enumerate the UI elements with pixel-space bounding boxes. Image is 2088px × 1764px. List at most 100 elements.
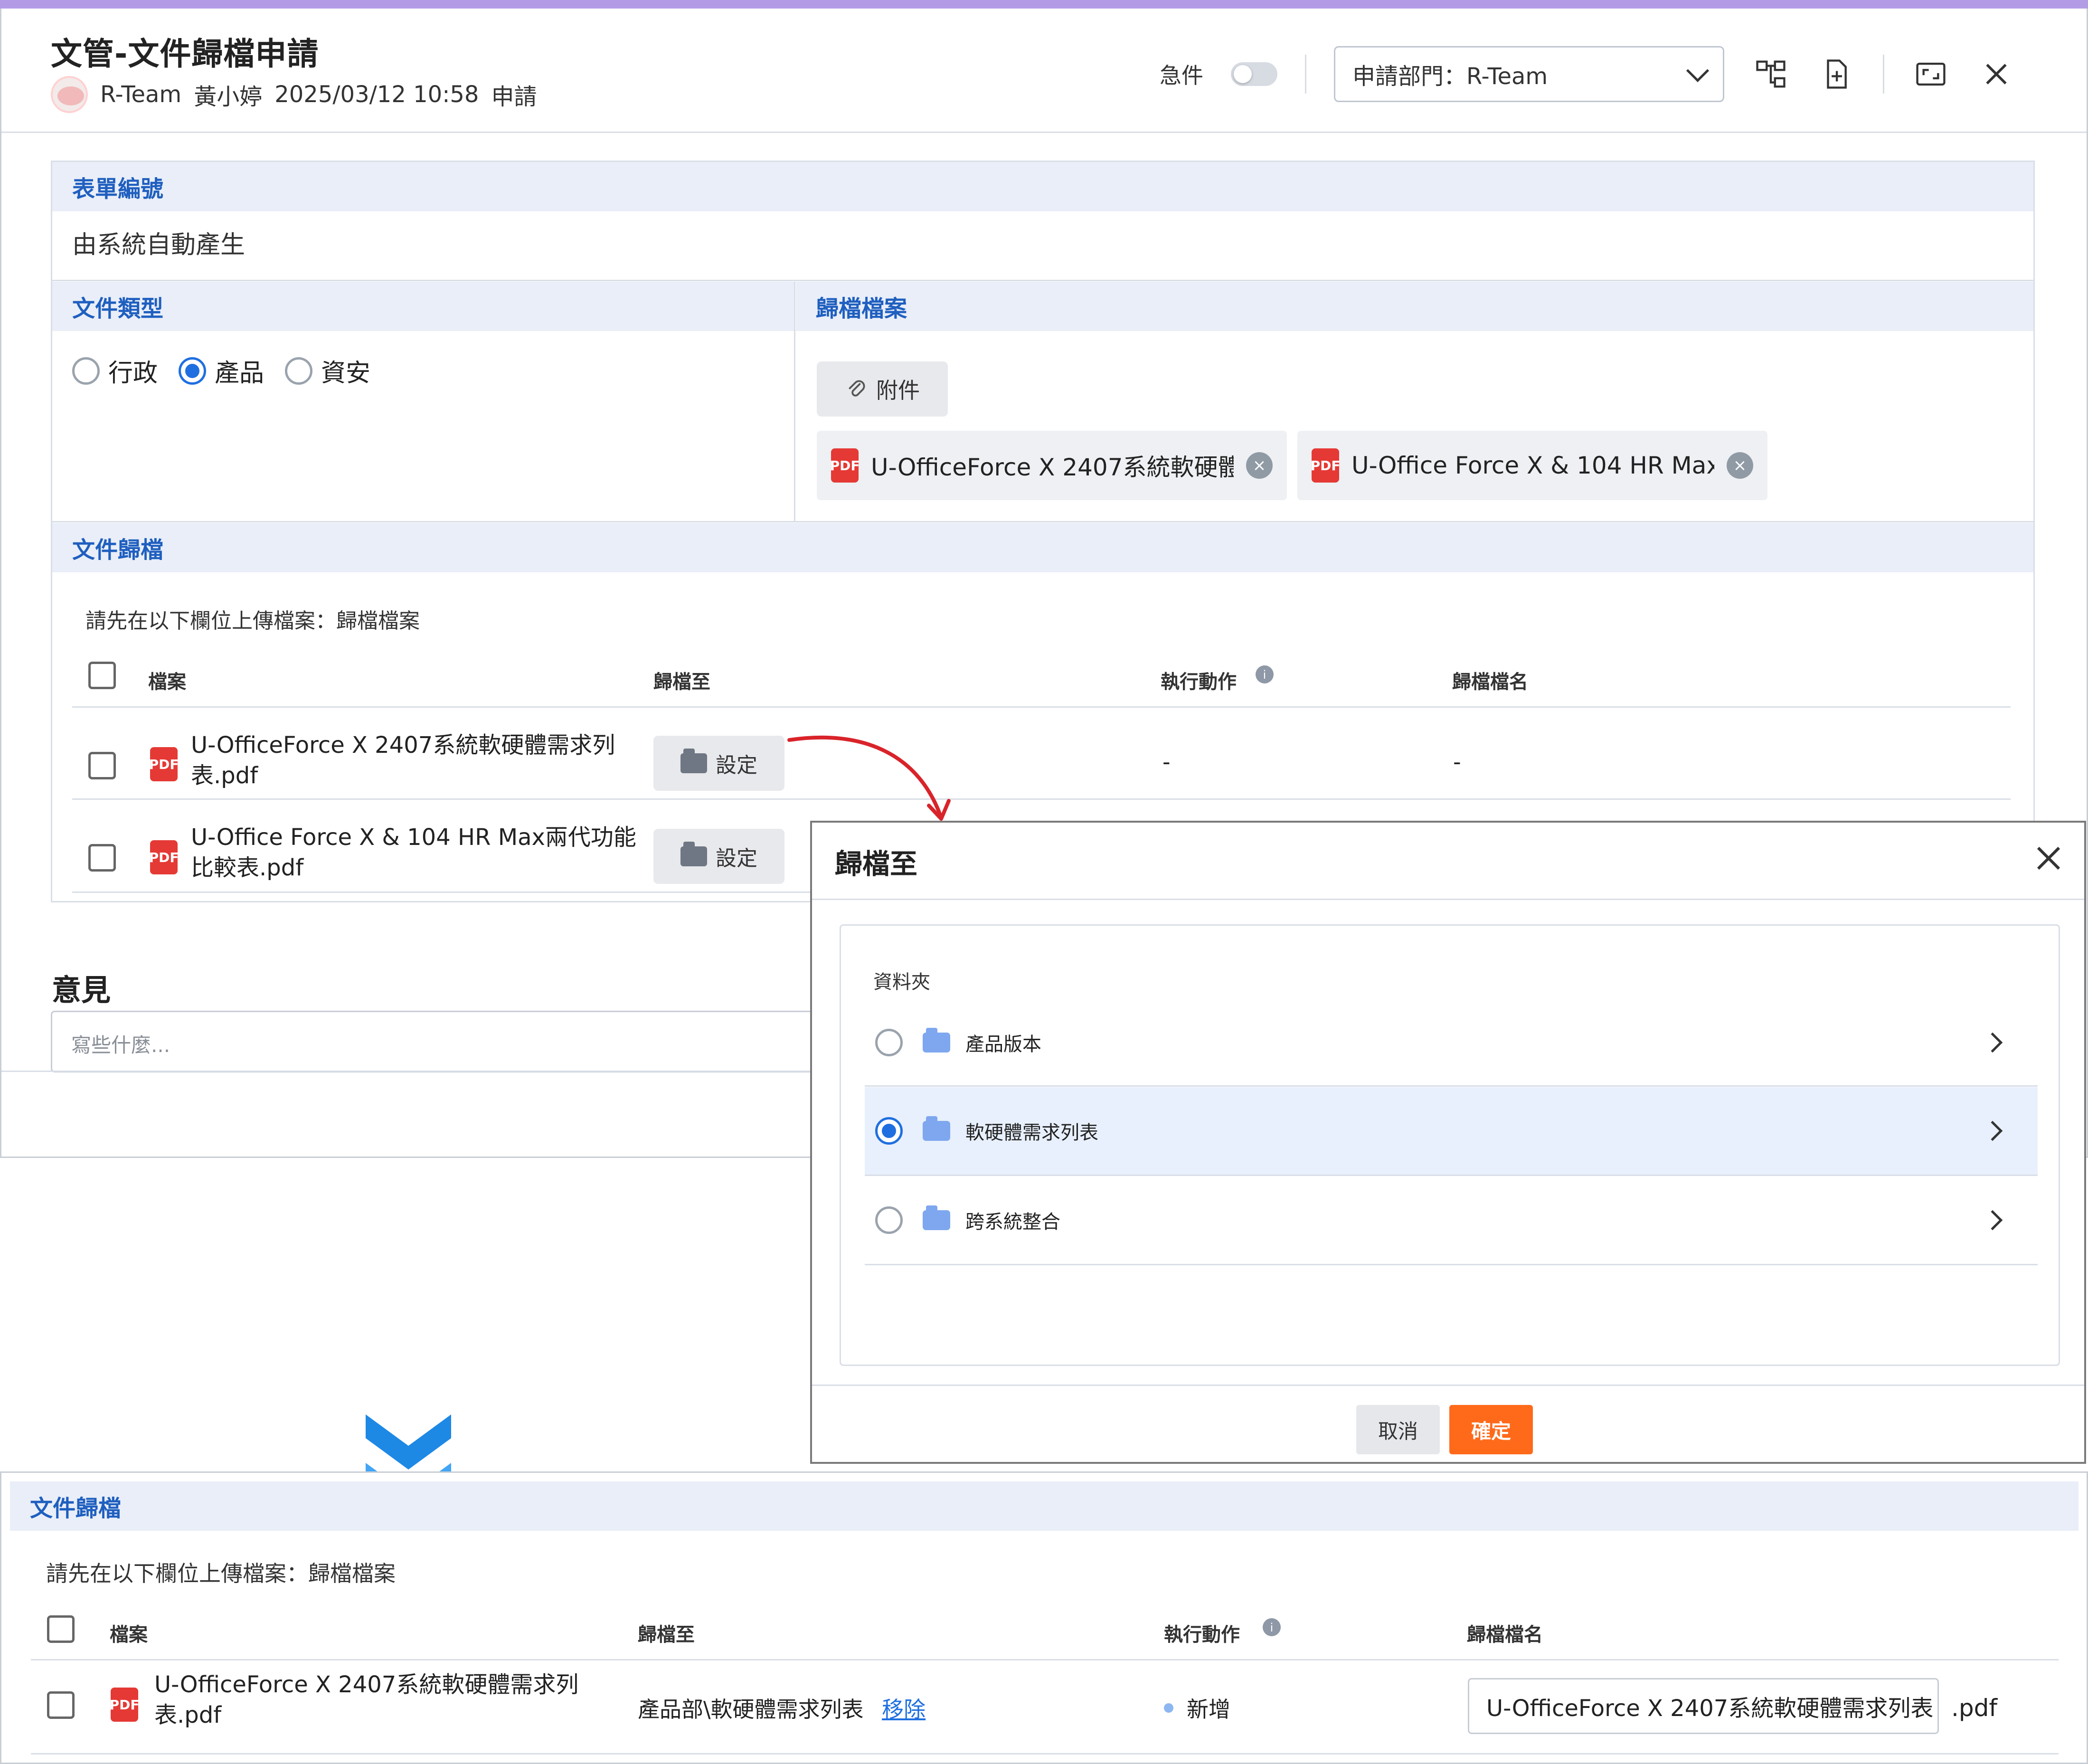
row-action: - (1162, 749, 1171, 775)
urgent-toggle[interactable] (1231, 62, 1277, 86)
pdf-icon: PDF (1311, 448, 1340, 483)
folder-picker: 資料夾 產品版本 軟硬體需求列表 跨系統整合 (840, 924, 2060, 1366)
opinion-input[interactable]: 寫些什麼... (51, 1011, 820, 1072)
set-archive-button[interactable]: 設定 (653, 829, 784, 884)
radio-product[interactable] (179, 357, 207, 385)
chevron-right-icon (1982, 1210, 2003, 1231)
folder-icon (680, 749, 707, 773)
folder-icon (923, 1205, 950, 1230)
folder-icon (923, 1028, 950, 1053)
org-chart-icon[interactable] (1752, 55, 1790, 93)
result-col-archive-name: 歸檔檔名 (1467, 1624, 1543, 1646)
page-title: 文管-文件歸檔申請 (51, 36, 319, 72)
confirm-button[interactable]: 確定 (1449, 1405, 1533, 1454)
folder-radio[interactable] (875, 1117, 903, 1145)
col-file: 檔案 (148, 671, 186, 693)
col-archive-to: 歸檔至 (653, 671, 710, 693)
dialog-title: 歸檔至 (835, 848, 918, 880)
remove-file-icon[interactable]: × (1246, 452, 1273, 479)
archive-dialog: 歸檔至 資料夾 產品版本 軟硬體需求列表 跨系統整合 取消 確定 (810, 821, 2086, 1464)
attached-file-name: U-Office Force X & 104 HR Max... (1351, 452, 1714, 479)
result-col-action: 執行動作 (1164, 1624, 1240, 1646)
chevron-right-icon (1982, 1120, 2003, 1141)
applicant-name: 黃小婷 (194, 84, 263, 110)
divider (52, 521, 2033, 522)
folder-name: 軟硬體需求列表 (965, 1122, 1098, 1144)
set-button-label: 設定 (716, 846, 757, 871)
window-header: 文管-文件歸檔申請 R-Team 黃小婷 2025/03/12 10:58 申請… (1, 9, 2087, 133)
result-row-checkbox[interactable] (47, 1691, 75, 1719)
attached-file-name: U-OfficeForce X 2407系統軟硬體... (871, 454, 1234, 481)
info-icon[interactable]: i (1262, 1617, 1282, 1637)
folder-option[interactable]: 跨系統整合 (865, 1176, 2038, 1264)
remove-link[interactable]: 移除 (882, 1697, 926, 1722)
row-checkbox[interactable] (88, 844, 116, 872)
radio-admin-label: 行政 (108, 359, 158, 388)
divider (794, 282, 795, 521)
dialog-close-icon[interactable] (2030, 840, 2067, 877)
dialog-footer-divider (812, 1385, 2084, 1386)
result-action-label: 新增 (1187, 1697, 1230, 1722)
result-panel: 文件歸檔 請先在以下欄位上傳檔案：歸檔檔案 檔案 歸檔至 執行動作 i 歸檔檔名… (0, 1471, 2088, 1764)
remove-file-icon[interactable]: × (1727, 452, 1753, 479)
avatar (51, 76, 88, 113)
pdf-icon: PDF (149, 747, 179, 781)
opinion-title: 意見 (52, 973, 111, 1007)
result-section-header: 文件歸檔 (10, 1481, 2079, 1531)
cancel-button[interactable]: 取消 (1356, 1405, 1440, 1454)
result-table-divider (31, 1659, 2059, 1660)
folder-name: 產品版本 (965, 1034, 1041, 1055)
attach-button[interactable]: 附件 (817, 361, 948, 417)
folder-option-selected[interactable]: 軟硬體需求列表 (865, 1087, 2038, 1175)
divider (52, 280, 2033, 281)
doc-type-header: 文件類型 (52, 282, 794, 331)
close-icon[interactable] (1977, 55, 2015, 93)
attached-file-chip[interactable]: PDF U-OfficeForce X 2407系統軟硬體... × (817, 431, 1287, 500)
header-actions: 急件 申請部門：R-Team (1160, 46, 2015, 103)
radio-admin[interactable] (72, 357, 100, 385)
attached-file-chip[interactable]: PDF U-Office Force X & 104 HR Max... × (1297, 431, 1767, 500)
radio-security-label: 資安 (321, 359, 371, 388)
folder-option[interactable]: 產品版本 (865, 999, 2038, 1086)
radio-security[interactable] (285, 357, 313, 385)
result-row-file: U-OfficeForce X 2407系統軟硬體需求列 表.pdf (154, 1671, 579, 1728)
department-select[interactable]: 申請部門：R-Team (1334, 46, 1724, 102)
table-divider (72, 706, 2011, 708)
folder-icon (923, 1116, 950, 1141)
red-arrow-connector (787, 735, 951, 821)
folder-divider (865, 1175, 2038, 1176)
folder-divider (865, 1085, 2038, 1087)
chevron-right-icon (1982, 1032, 2003, 1053)
pdf-icon: PDF (110, 1688, 139, 1722)
folder-radio[interactable] (875, 1029, 903, 1056)
result-action: 新增 (1164, 1692, 1230, 1724)
top-accent-bar (0, 0, 2088, 9)
doc-type-radios: 行政 產品 資安 (72, 353, 383, 389)
folder-radio[interactable] (875, 1206, 903, 1234)
result-select-all-checkbox[interactable] (47, 1615, 75, 1643)
table-divider (72, 798, 2011, 800)
radio-product-label: 產品 (215, 359, 265, 388)
result-upload-hint: 請先在以下欄位上傳檔案：歸檔檔案 (46, 1561, 396, 1586)
result-target-path: 產品部\軟硬體需求列表 移除 (638, 1692, 926, 1724)
file-extension: .pdf (1951, 1694, 1997, 1722)
maximize-icon[interactable] (1912, 55, 1950, 93)
department-value: 申請部門：R-Team (1352, 63, 1548, 90)
archive-filename-input[interactable]: U-OfficeForce X 2407系統軟硬體需求列表 (1468, 1678, 1939, 1734)
add-document-icon[interactable] (1817, 55, 1855, 93)
row-checkbox[interactable] (88, 752, 116, 779)
separator (1883, 55, 1884, 94)
form-number-header: 表單編號 (52, 162, 2033, 211)
table-row-file: U-Office Force X & 104 HR Max兩代功能 比較表.pd… (191, 824, 636, 881)
select-all-checkbox[interactable] (88, 662, 116, 689)
result-table-divider (31, 1753, 2059, 1755)
attach-button-label: 附件 (876, 378, 920, 403)
target-path: 產品部\軟硬體需求列表 (638, 1697, 864, 1722)
info-icon[interactable]: i (1255, 664, 1275, 684)
paperclip-icon (849, 380, 865, 397)
status-dot (1164, 1703, 1173, 1713)
team-name: R-Team (100, 81, 182, 108)
col-archive-name: 歸檔檔名 (1452, 671, 1528, 693)
folder-label: 資料夾 (873, 971, 930, 993)
folder-icon (680, 842, 707, 866)
